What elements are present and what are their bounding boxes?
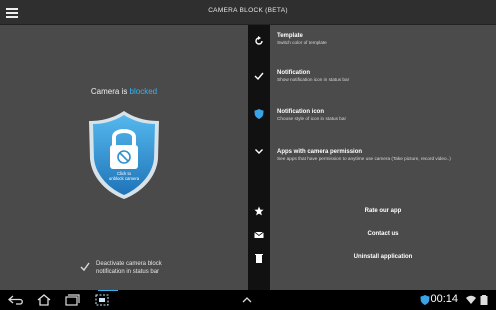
contact-link[interactable]: Contact us bbox=[270, 231, 496, 237]
recent-apps-icon[interactable] bbox=[64, 294, 80, 306]
star-icon[interactable] bbox=[254, 206, 264, 216]
deactivate-label-line1: Deactivate camera block bbox=[96, 261, 162, 267]
camera-status-value: blocked bbox=[129, 87, 158, 96]
setting-notification[interactable]: Notification Show notification icon in s… bbox=[277, 70, 349, 82]
check-icon[interactable] bbox=[254, 71, 264, 81]
deactivate-label-line2: notification in status bar bbox=[96, 269, 160, 275]
shield-status-icon bbox=[420, 295, 430, 305]
clock: 00:14 bbox=[430, 293, 458, 305]
camera-status: Camera is blocked bbox=[0, 87, 248, 96]
setting-title: Notification icon bbox=[277, 109, 324, 115]
screenshot-icon[interactable] bbox=[95, 294, 109, 306]
shield-caption: Click to unblock camera bbox=[96, 171, 152, 181]
setting-title: Notification bbox=[277, 70, 310, 76]
back-icon[interactable] bbox=[8, 294, 24, 306]
setting-notification-icon[interactable]: Notification icon Choose style of icon i… bbox=[277, 109, 346, 121]
setting-template[interactable]: Template Switch color of template bbox=[277, 33, 327, 45]
settings-panel: Template Switch color of template Notifi… bbox=[270, 25, 496, 290]
wifi-icon bbox=[466, 295, 476, 304]
home-icon[interactable] bbox=[36, 294, 52, 306]
rate-app-link[interactable]: Rate our app bbox=[270, 208, 496, 214]
action-bar: CAMERA BLOCK (BETA) bbox=[0, 0, 496, 25]
icon-rail bbox=[248, 25, 270, 290]
shield-lock-button[interactable] bbox=[86, 109, 162, 201]
camera-status-panel: Camera is blocked Click to unblock camer… bbox=[0, 25, 248, 290]
system-nav-bar: 00:14 bbox=[0, 290, 496, 310]
app-title: CAMERA BLOCK (BETA) bbox=[208, 7, 288, 14]
uninstall-link[interactable]: Uninstall application bbox=[270, 254, 496, 260]
trash-icon[interactable] bbox=[254, 253, 264, 263]
setting-title: Template bbox=[277, 33, 303, 39]
setting-description: See apps that have permission to anytime… bbox=[277, 156, 451, 161]
check-icon bbox=[80, 262, 90, 272]
chevron-up-icon[interactable] bbox=[240, 294, 254, 306]
setting-description: Switch color of template bbox=[277, 40, 327, 45]
battery-icon bbox=[480, 295, 488, 305]
setting-title: Apps with camera permission bbox=[277, 149, 363, 155]
setting-description: Choose style of icon in status bar bbox=[277, 116, 347, 121]
setting-apps-with-camera[interactable]: Apps with camera permission See apps tha… bbox=[277, 149, 451, 161]
setting-description: Show notification icon in status bar bbox=[277, 77, 350, 82]
mail-icon[interactable] bbox=[254, 230, 264, 240]
chevron-down-icon[interactable] bbox=[254, 146, 264, 156]
camera-status-prefix: Camera is bbox=[90, 87, 130, 96]
refresh-icon[interactable] bbox=[254, 36, 264, 46]
active-indicator bbox=[98, 290, 118, 291]
shield-icon[interactable] bbox=[254, 109, 264, 119]
shield-caption-line2: unblock camera bbox=[108, 176, 140, 181]
